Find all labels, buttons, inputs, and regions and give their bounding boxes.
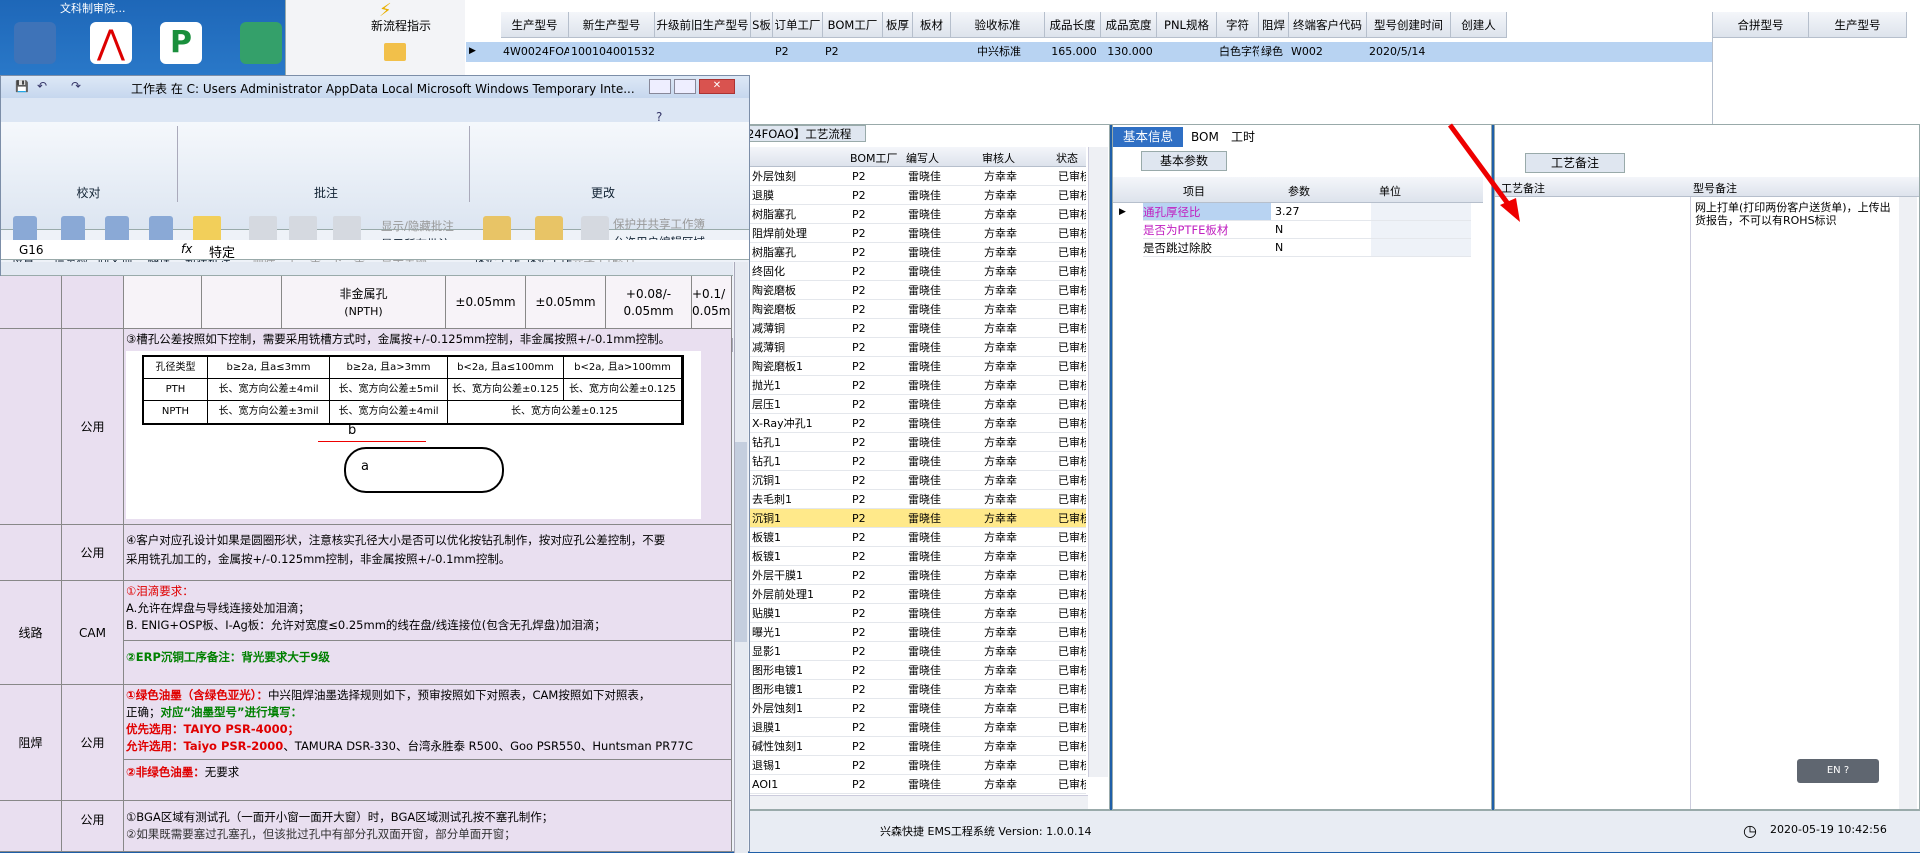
dim-b-line [318, 441, 426, 442]
dim-b: b [348, 423, 357, 438]
slot-table-cell: 长、宽方向公差±0.125 [564, 379, 682, 401]
erp-note: ②ERP沉铜工序备注：背光要求大于9级 [124, 640, 731, 666]
row3-label[interactable]: 公用 [62, 525, 124, 581]
slot-table-cell: 长、宽方向公差±4mil [330, 401, 448, 423]
formula-bar: G16 fx 特定 [1, 240, 749, 261]
redo-icon[interactable]: ↷ [71, 79, 81, 93]
slot-tolerance-cell[interactable]: ③槽孔公差按照如下控制，需要采用铣槽方式时，金属按+/-0.125mm控制，非金… [124, 329, 732, 525]
tol-cell-2[interactable]: ±0.05mm [526, 276, 606, 329]
bga-text: ①BGA区域有测试孔（一面开小窗一面开大窗）时，BGA区域测试孔按不塞孔制作； [126, 810, 554, 824]
tol4a: +0.1/ [692, 287, 726, 301]
ribbon-tabs [1, 98, 749, 122]
row4-label[interactable]: CAM [62, 581, 124, 685]
row6-label[interactable]: 公用 [62, 801, 124, 852]
npth-sub: (NPTH) [344, 305, 383, 318]
undo-icon[interactable]: ↶ [37, 79, 47, 93]
round-hole-cell[interactable]: ④客户对应孔设计如果是圆圈形状，注意核实孔径大小是否可以优化按钻孔制作，按对应孔… [124, 525, 732, 581]
arrow-notes [1447, 123, 1517, 214]
teardrop-b: B. ENIG+OSP板、I-Ag板：允许对宽度≤0.25mm的线在盘/线连接位… [126, 618, 606, 632]
slot-table-cell: b<2a, 且a>100mm [564, 357, 682, 379]
tol3a: +0.08/- [625, 287, 672, 301]
allowed-label: 允许选用： [126, 739, 184, 753]
slot-table-row: PTH 长、宽方向公差±4mil 长、宽方向公差±5mil 长、宽方向公差±0.125… [144, 379, 682, 401]
name-box[interactable]: G16 [19, 243, 44, 257]
slot-table-cell: b≥2a, 且a>3mm [330, 357, 448, 379]
maximize-button[interactable] [674, 79, 696, 94]
change-opt-0[interactable]: 保护并共享工作簿 [613, 216, 705, 232]
slot-table-cell: PTH [144, 379, 208, 401]
tol-cell-4[interactable]: +0.1/0.05m [692, 276, 732, 329]
comment-opt-0[interactable]: 显示/隐藏批注 [381, 218, 454, 234]
slot-table-row: NPTH 长、宽方向公差±3mil 长、宽方向公差±4mil 长、宽方向公差±0.12… [144, 401, 682, 423]
slot-table-row: 孔径类型 b≥2a, 且a≤3mm b≥2a, 且a>3mm b<2a, 且a≤100… [144, 357, 682, 379]
sheet-scrollbar[interactable] [734, 262, 748, 853]
comment-icon-2 [289, 216, 317, 242]
comment-icon-3 [333, 216, 361, 242]
slot-table-cell: 长、宽方向公差±5mil [330, 379, 448, 401]
solder-mask-cell[interactable]: ①绿色油墨（含绿色亚光）：中兴阻焊油墨选择规则如下，预审按照如下对照表，CAM按… [124, 685, 732, 801]
preferred-label: 优先选用： [126, 722, 184, 736]
row5-label[interactable]: 公用 [62, 685, 124, 801]
teardrop-title: ①泪滴要求： [126, 584, 194, 598]
allowed-ink-1: Taiyo PSR-2000 [183, 739, 284, 753]
comment-icon-1 [249, 216, 277, 242]
slot-table-cell: 长、宽方向公差±3mil [208, 401, 330, 423]
slot-table-cell: NPTH [144, 401, 208, 423]
arrowhead-notes [1500, 198, 1520, 222]
round-text-1: ④客户对应孔设计如果是圆圈形状，注意核实孔径大小是否可以优化按钻孔制作，按对应孔… [126, 533, 666, 547]
round-text-2: 采用铣孔加工的，金属按+/-0.125mm控制，非金属按照+/-0.1mm控制。 [126, 552, 511, 566]
fx-icon[interactable]: fx [181, 242, 192, 256]
teardrop-a: A.允许在焊盘与导线连接处加泪滴； [126, 601, 310, 615]
correct-label: 正确； [126, 705, 161, 719]
row2-label[interactable]: 公用 [62, 329, 124, 525]
group-proofing-label: 校对 [76, 186, 101, 200]
ink-model-note: 对应“油墨型号”进行填写： [160, 705, 303, 719]
worksheet: 非金属孔 (NPTH) ±0.05mm ±0.05mm +0.08/- 0.05mm… [0, 276, 732, 852]
column-headers [1, 262, 733, 276]
slot-table-image: 孔径类型 b≥2a, 且a≤3mm b≥2a, 且a>3mm b<2a, 且a≤100… [126, 351, 701, 519]
npth-label: 非金属孔 [339, 287, 388, 301]
allowed-ink-others: 、TAMURA DSR-330、台湾永胜泰 R500、Goo PSR550、Hu… [283, 739, 693, 753]
excel-title: 工作表 在 C: Users Administrator AppData Loc… [131, 82, 635, 96]
npth-cell[interactable]: 非金属孔 (NPTH) [282, 276, 446, 329]
tol4b: 0.05m [692, 304, 731, 318]
slot-text: ③槽孔公差按照如下控制，需要采用铣槽方式时，金属按+/-0.125mm控制，非金… [126, 332, 671, 346]
bga-cell[interactable]: ①BGA区域有测试孔（一面开小窗一面开大窗）时，BGA区域测试孔按不塞孔制作； ②… [124, 801, 732, 852]
tol-cell-3[interactable]: +0.08/- 0.05mm [606, 276, 692, 329]
slot-table-cell: 长、宽方向公差±0.125 [448, 379, 564, 401]
teardrop-cell[interactable]: ①泪滴要求： A.允许在焊盘与导线连接处加泪滴； B. ENIG+OSP板、I-… [124, 581, 732, 685]
slot-table-cell: 孔径类型 [144, 357, 208, 379]
close-button[interactable]: ✕ [699, 79, 735, 94]
group-changes-label: 更改 [590, 186, 615, 200]
preferred-ink: TAIYO PSR-4000； [183, 722, 300, 736]
tol3b: 0.05mm [623, 304, 674, 318]
row5-category[interactable]: 阻焊 [0, 685, 62, 801]
formula-input[interactable]: 特定 [209, 242, 235, 261]
group-comments-label: 批注 [313, 186, 338, 200]
green-ink-title: ①绿色油墨（含绿色亚光）： [126, 688, 268, 702]
green-ink-rule: 中兴阻焊油墨选择规则如下，预审按照如下对照表，CAM按照如下对照表， [268, 688, 651, 702]
ribbon-divider [469, 126, 470, 202]
slot-table-cell: 长、宽方向公差±4mil [208, 379, 330, 401]
comment-icon-0 [193, 216, 221, 242]
excel-title-bar: 💾 ↶ ↷ 工作表 在 C: Users Administrator AppDa… [1, 76, 749, 98]
slot-table-cell: 长、宽方向公差±0.125 [448, 401, 682, 423]
slot-table-cell: b<2a, 且a≤100mm [448, 357, 564, 379]
non-green-rule: 无要求 [204, 765, 240, 779]
slot-table-cell: b≥2a, 且a≤3mm [208, 357, 330, 379]
save-icon[interactable]: 💾 [15, 80, 29, 93]
row4-category[interactable]: 线路 [0, 581, 62, 685]
tol-cell-1[interactable]: ±0.05mm [446, 276, 526, 329]
ribbon-divider [177, 126, 178, 202]
minimize-button[interactable] [649, 79, 671, 94]
bga-text-2: ②如果既需要塞过孔塞孔，但该批过孔中有部分孔双面开窗，部分单面开窗； [126, 827, 516, 841]
non-green-title: ②非绿色油墨： [126, 765, 205, 779]
dim-a: a [361, 459, 369, 474]
ribbon-body: 校对 批注 更改 [1, 122, 749, 230]
